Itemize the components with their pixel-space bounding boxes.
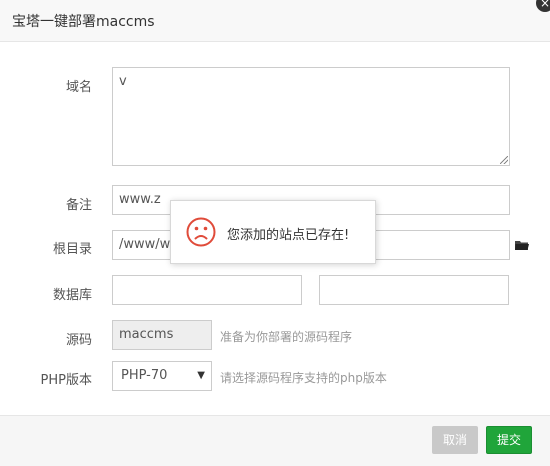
db-name-input[interactable] — [112, 275, 302, 305]
domain-value: v — [119, 74, 127, 89]
folder-icon[interactable] — [515, 240, 529, 251]
php-selected-value: PHP-70 — [121, 368, 168, 383]
sad-face-icon — [186, 217, 216, 247]
db-password-input[interactable] — [319, 275, 509, 305]
remark-value: www.z — [119, 192, 161, 207]
chevron-down-icon: ▼ — [197, 370, 205, 381]
php-version-select[interactable]: PHP-70 ▼ — [112, 361, 212, 391]
source-readonly-field: maccms — [112, 320, 212, 350]
dialog-titlebar: 宝塔一键部署maccms — [0, 0, 550, 42]
php-label: PHP版本 — [40, 373, 92, 388]
domain-textarea[interactable]: v — [112, 67, 510, 166]
source-value: maccms — [119, 327, 174, 342]
remark-label: 备注 — [65, 198, 92, 213]
cancel-button[interactable]: 取消 — [432, 426, 478, 454]
php-hint: 请选择源码程序支持的php版本 — [220, 371, 387, 385]
domain-label: 域名 — [65, 80, 92, 95]
dialog-title: 宝塔一键部署maccms — [12, 14, 155, 30]
database-label: 数据库 — [52, 288, 92, 303]
resize-grip-icon[interactable] — [500, 156, 508, 164]
error-toast: 您添加的站点已存在! — [170, 200, 376, 264]
root-label: 根目录 — [52, 242, 92, 257]
submit-button[interactable]: 提交 — [486, 426, 532, 454]
source-hint: 准备为你部署的源码程序 — [220, 330, 353, 344]
source-label: 源码 — [65, 333, 92, 348]
toast-message: 您添加的站点已存在! — [227, 228, 350, 243]
